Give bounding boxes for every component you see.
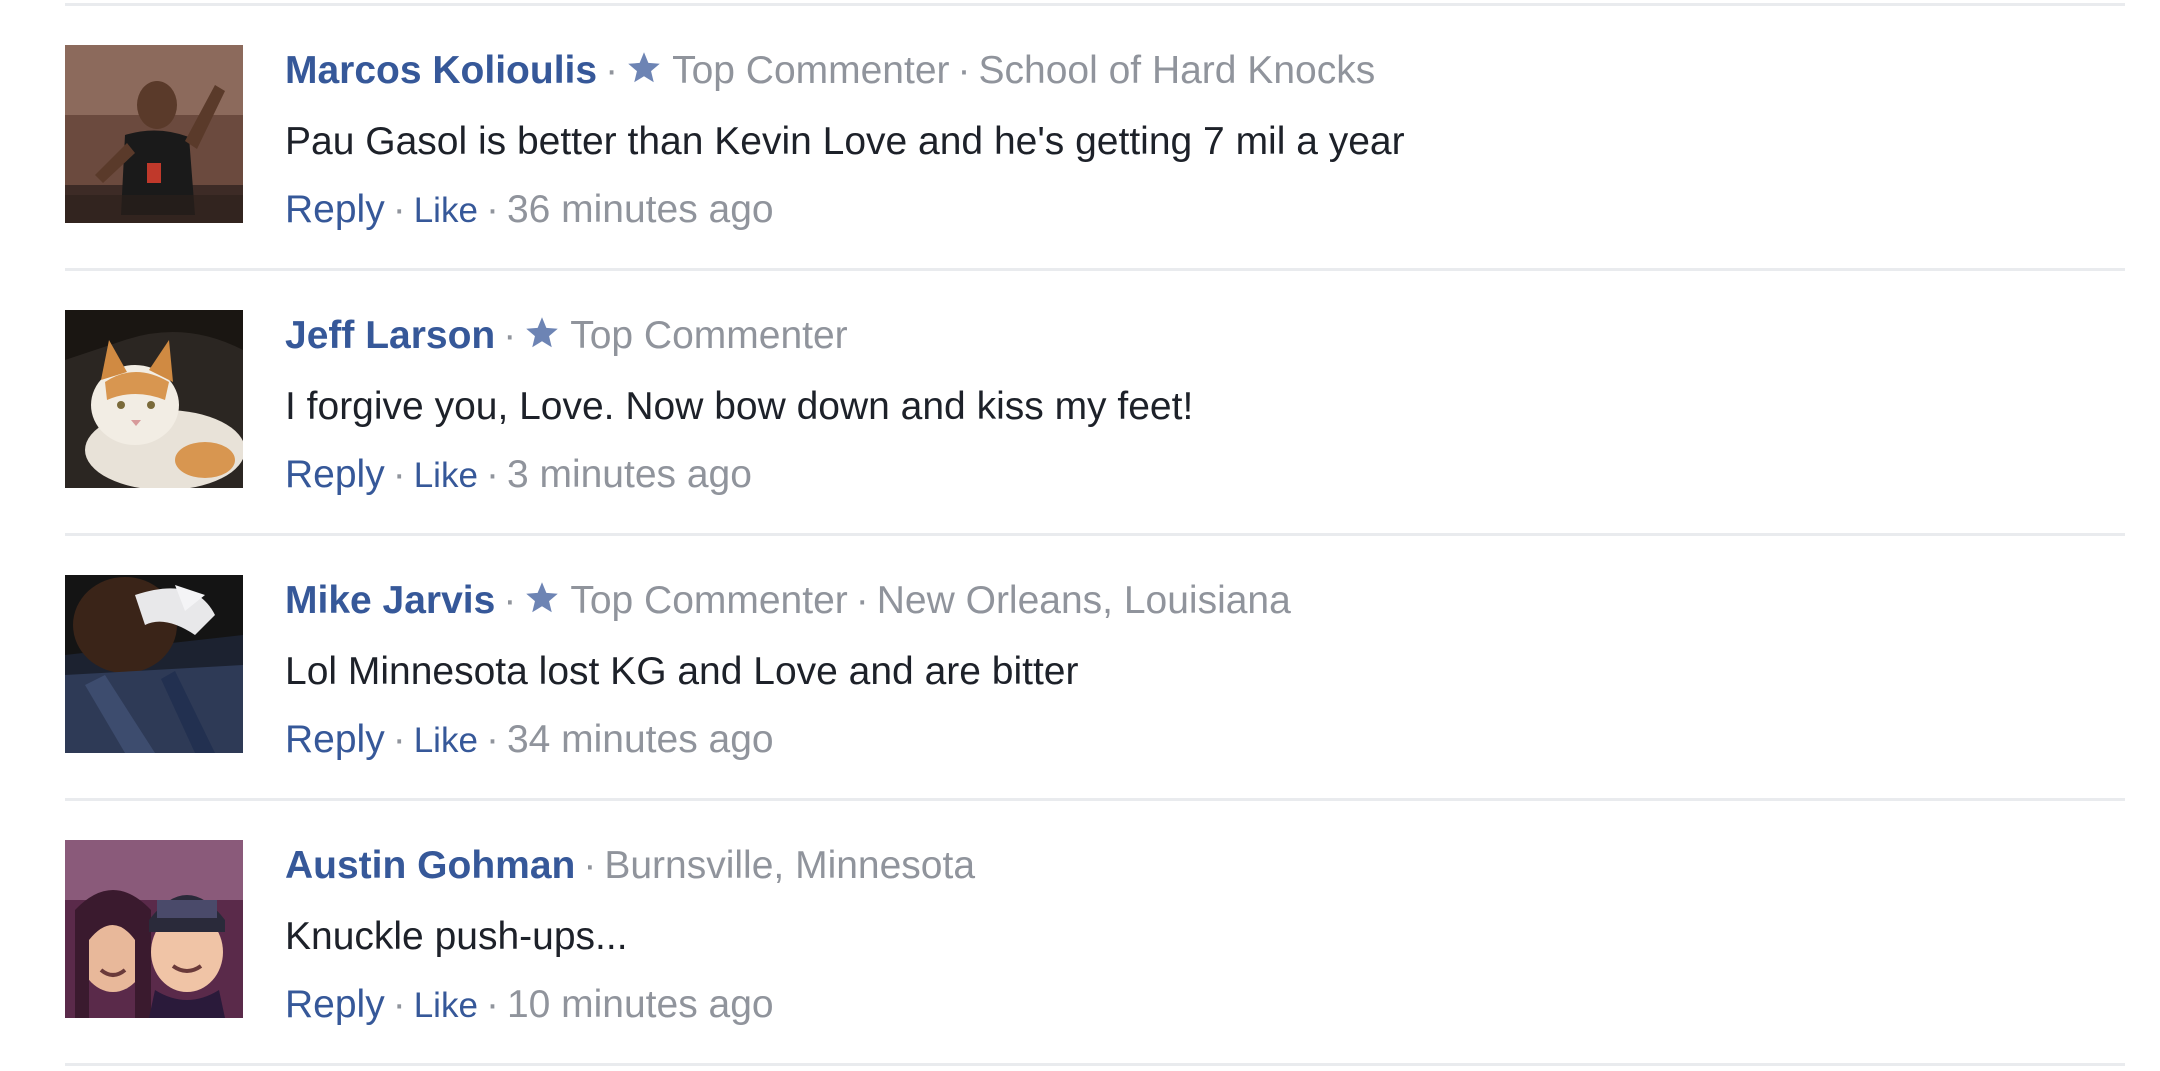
commenter-location: New Orleans, Louisiana (876, 579, 1291, 622)
comment-header: Marcos Kolioulis · Top Commenter · School of… (285, 46, 2125, 96)
avatar-image (65, 45, 243, 223)
separator: · (855, 579, 869, 622)
comment-body: Austin Gohman · Burnsville, Minnesota Knuc… (285, 841, 2125, 1030)
reply-link[interactable]: Reply (285, 453, 385, 496)
comment-text: Lol Minnesota lost KG and Love and are b… (285, 650, 1079, 693)
like-link[interactable]: Like (414, 191, 478, 230)
commenter-name[interactable]: Jeff Larson (285, 314, 495, 357)
comment-item: Mike Jarvis · Top Commenter · New Orleans, L… (65, 536, 2125, 798)
comment-item: Austin Gohman · Burnsville, Minnesota Knuc… (65, 801, 2125, 1063)
like-link[interactable]: Like (414, 721, 478, 760)
comment-body: Jeff Larson · Top Commenter I forgive you,… (285, 311, 2125, 500)
avatar[interactable] (65, 310, 243, 488)
avatar-image (65, 840, 243, 1018)
separator: · (503, 579, 517, 622)
comment-list: Marcos Kolioulis · Top Commenter · School of… (65, 0, 2125, 1066)
separator: · (605, 49, 619, 92)
comment-timestamp[interactable]: 34 minutes ago (507, 718, 774, 761)
reply-link[interactable]: Reply (285, 983, 385, 1026)
avatar[interactable] (65, 45, 243, 223)
comment-timestamp[interactable]: 36 minutes ago (507, 188, 774, 231)
avatar[interactable] (65, 575, 243, 753)
separator: · (957, 49, 971, 92)
comment-actions: Reply · Like · 10 minutes ago (285, 980, 2125, 1030)
separator: · (392, 188, 406, 231)
separator: · (485, 188, 499, 231)
commenter-name[interactable]: Marcos Kolioulis (285, 49, 597, 92)
comment-actions: Reply · Like · 3 minutes ago (285, 450, 2125, 500)
top-commenter-badge: Top Commenter (570, 579, 848, 622)
reply-link[interactable]: Reply (285, 188, 385, 231)
star-icon (628, 52, 660, 83)
comment-header: Austin Gohman · Burnsville, Minnesota (285, 841, 2125, 891)
comment-timestamp[interactable]: 3 minutes ago (507, 453, 752, 496)
commenter-name[interactable]: Austin Gohman (285, 844, 575, 887)
like-link[interactable]: Like (414, 456, 478, 495)
comment-item: Marcos Kolioulis · Top Commenter · School of… (65, 6, 2125, 268)
comment-text: Knuckle push-ups... (285, 915, 628, 958)
comment-header: Mike Jarvis · Top Commenter · New Orleans, L… (285, 576, 2125, 626)
separator: · (392, 983, 406, 1026)
comment-text: I forgive you, Love. Now bow down and ki… (285, 385, 1194, 428)
separator: · (392, 718, 406, 761)
comment-item: Jeff Larson · Top Commenter I forgive you,… (65, 271, 2125, 533)
separator: · (503, 314, 517, 357)
separator: · (485, 718, 499, 761)
star-icon (526, 582, 559, 613)
separator: · (583, 844, 597, 887)
like-link[interactable]: Like (414, 986, 478, 1025)
separator: · (485, 453, 499, 496)
comment-timestamp[interactable]: 10 minutes ago (507, 983, 774, 1026)
reply-link[interactable]: Reply (285, 718, 385, 761)
comment-actions: Reply · Like · 36 minutes ago (285, 185, 2125, 235)
comment-text: Pau Gasol is better than Kevin Love and … (285, 120, 1405, 163)
avatar-image (65, 575, 243, 753)
comment-body: Marcos Kolioulis · Top Commenter · School of… (285, 46, 2125, 235)
divider (65, 1063, 2125, 1066)
separator: · (485, 983, 499, 1026)
comment-body: Mike Jarvis · Top Commenter · New Orleans, L… (285, 576, 2125, 765)
comment-header: Jeff Larson · Top Commenter (285, 311, 2125, 361)
star-icon (526, 317, 558, 348)
comment-actions: Reply · Like · 34 minutes ago (285, 715, 2125, 765)
avatar[interactable] (65, 840, 243, 1018)
top-commenter-badge: Top Commenter (672, 49, 950, 92)
separator: · (392, 453, 406, 496)
commenter-location: Burnsville, Minnesota (604, 844, 976, 887)
commenter-location: School of Hard Knocks (978, 49, 1376, 92)
commenter-name[interactable]: Mike Jarvis (285, 579, 495, 622)
avatar-image (65, 310, 243, 488)
top-commenter-badge: Top Commenter (570, 314, 848, 357)
